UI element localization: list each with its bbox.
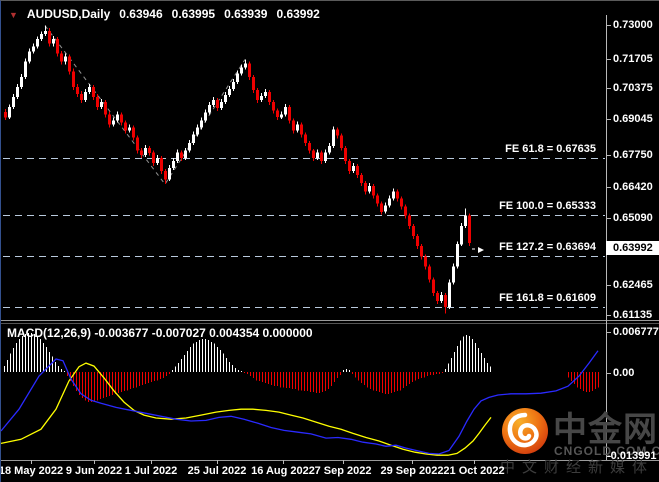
price-axis-label: 0.61135: [613, 309, 653, 321]
fib-level-label-161.8: FE 161.8 = 0.61609: [499, 291, 596, 304]
ohlc-low: 0.63939: [224, 7, 268, 21]
date-label: 25 Jul 2022: [187, 465, 247, 477]
cngold-logo-icon: [502, 408, 548, 454]
current-bar-arrow: [478, 247, 484, 253]
price-axis-label: 0.71705: [613, 53, 653, 65]
macd-indicator-label: MACD(12,26,9) -0.003677 -0.007027 0.0043…: [7, 326, 313, 340]
fib-level-label-61.8: FE 61.8 = 0.67635: [505, 142, 596, 155]
price-axis-label: 0.70375: [613, 82, 653, 94]
price-axis-label: 0.67750: [613, 149, 653, 161]
chart-window: ▼ AUDUSD,Daily 0.63946 0.63995 0.63939 0.6399…: [0, 0, 659, 482]
current-price-box: 0.63992: [606, 241, 659, 255]
price-axis-label: 0.69045: [613, 113, 653, 125]
fib-level-label-127.2: FE 127.2 = 0.63694: [499, 240, 596, 253]
symbol-dropdown-icon[interactable]: ▼: [9, 10, 18, 20]
date-label: 18 May 2022: [0, 465, 64, 477]
date-label: 9 Jun 2022: [65, 465, 123, 477]
symbol-period: AUDUSD,Daily: [26, 7, 111, 21]
ohlc-close: 0.63992: [276, 7, 320, 21]
main-macd-separator: [1, 320, 659, 321]
macd-axis-label: 0.006777: [613, 326, 659, 338]
fib-level-label-100.0: FE 100.0 = 0.65333: [499, 199, 596, 212]
price-axis-label: 0.62465: [613, 279, 653, 291]
macd-axis-label: 0.00: [613, 367, 635, 379]
date-label: 7 Sep 2022: [314, 465, 372, 477]
date-label: 29 Sep 2022: [380, 465, 444, 477]
macd-signal-line: [1, 362, 492, 456]
date-label: 1 Jul 2022: [124, 465, 178, 477]
price-axis-label: 0.65090: [613, 212, 653, 224]
ohlc-open: 0.63946: [119, 7, 163, 21]
macd-axis-label: -0.013991: [607, 450, 657, 462]
chart-title-row: ▼ AUDUSD,Daily 0.63946 0.63995 0.63939 0.6399…: [9, 7, 329, 21]
main-macd-separator-shadow: [1, 323, 659, 324]
ohlc-high: 0.63995: [171, 7, 216, 21]
macd-histogram: [4, 333, 599, 403]
date-label: 16 Aug 2022: [251, 465, 315, 477]
price-axis-label: 0.73000: [613, 19, 653, 31]
date-label: 21 Oct 2022: [443, 465, 505, 477]
watermark: 中金网 CNGOLD.COM.CN 中文财经新媒体: [496, 396, 659, 478]
price-axis-label: 0.66420: [613, 181, 653, 193]
